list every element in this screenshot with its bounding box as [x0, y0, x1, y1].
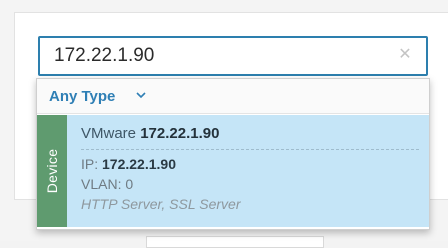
type-filter-label[interactable]: Any Type — [49, 88, 115, 105]
search-box[interactable]: ✕ — [38, 36, 428, 76]
search-input[interactable] — [54, 38, 384, 74]
vlan-line: VLAN: 0 — [81, 176, 134, 192]
result-ip-line: IP: 172.22.1.90 — [81, 156, 176, 172]
chevron-down-icon[interactable] — [135, 89, 147, 101]
background-input-stub — [146, 236, 324, 248]
ip-value: 172.22.1.90 — [102, 156, 176, 172]
result-divider — [81, 149, 419, 150]
vendor-label: VMware — [81, 125, 137, 142]
search-results-dropdown: Any Type Device VMware 172.22.1.90 IP: 1… — [36, 78, 430, 230]
search-result-item[interactable]: Device VMware 172.22.1.90 IP: 172.22.1.9… — [37, 115, 429, 227]
services-line: HTTP Server, SSL Server — [81, 196, 241, 212]
close-icon[interactable]: ✕ — [396, 46, 414, 64]
ip-label: IP: — [81, 156, 99, 172]
result-ip-title: 172.22.1.90 — [140, 125, 220, 142]
result-title[interactable]: VMware 172.22.1.90 — [81, 125, 219, 142]
category-label: Device — [44, 148, 60, 194]
type-filter-dropdown[interactable]: Any Type — [37, 79, 429, 114]
category-tab: Device — [37, 115, 67, 227]
